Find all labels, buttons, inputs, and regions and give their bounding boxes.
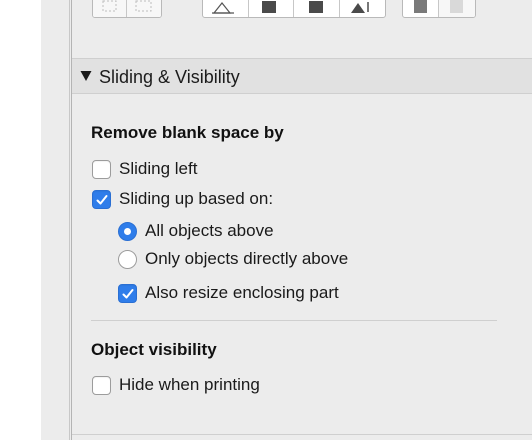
also-resize-label: Also resize enclosing part [145, 283, 339, 302]
group-button[interactable] [93, 0, 127, 17]
sliding-left-checkbox[interactable] [92, 159, 111, 179]
inspector-panel: Sliding & Visibility Remove blank space … [72, 0, 532, 440]
group-toolbar-group [92, 0, 162, 18]
ungroup-icon [135, 0, 152, 12]
sliding-left-label: Sliding left [119, 159, 198, 178]
section-divider [91, 320, 497, 321]
fill-none-button[interactable] [439, 0, 475, 17]
next-section-border [72, 434, 532, 435]
align-button[interactable] [203, 0, 249, 17]
also-resize-checkbox[interactable] [118, 283, 137, 303]
only-directly-above-label: Only objects directly above [145, 249, 349, 268]
fill-solid-button[interactable] [403, 0, 440, 17]
send-to-back-icon [309, 1, 323, 13]
fill-none-icon [450, 0, 464, 13]
remove-blank-space-heading: Remove blank space by [91, 123, 284, 142]
arrange-toolbar [72, 0, 532, 20]
arrange-toolbar-group [202, 0, 386, 18]
bring-to-front-button[interactable] [249, 0, 294, 17]
only-directly-above-option[interactable]: Only objects directly above [118, 247, 348, 271]
bring-to-front-icon [261, 1, 276, 13]
checkmark-icon [96, 194, 108, 204]
send-to-back-button[interactable] [294, 0, 340, 17]
panel-border [69, 0, 70, 440]
align-bottom-icon [212, 2, 234, 14]
sliding-left-option[interactable]: Sliding left [92, 157, 197, 181]
all-objects-above-option[interactable]: All objects above [118, 219, 274, 243]
distribute-button[interactable] [340, 0, 385, 17]
distribute-vertical-icon [350, 2, 369, 13]
document-canvas-edge [0, 0, 41, 440]
disclosure-triangle-icon[interactable] [80, 70, 92, 82]
fill-solid-icon [414, 0, 427, 13]
section-title: Sliding & Visibility [99, 67, 240, 87]
checkmark-icon [122, 288, 134, 298]
ungroup-button[interactable] [127, 0, 161, 17]
object-visibility-heading: Object visibility [91, 340, 217, 359]
sliding-up-checkbox[interactable] [92, 189, 111, 209]
section-header-sliding-visibility[interactable]: Sliding & Visibility [72, 58, 532, 94]
hide-when-printing-label: Hide when printing [119, 375, 260, 394]
sliding-up-option[interactable]: Sliding up based on: [92, 187, 273, 211]
fill-toolbar-group [402, 0, 476, 18]
only-directly-above-radio[interactable] [118, 249, 137, 269]
all-objects-above-radio[interactable] [118, 221, 137, 241]
also-resize-option[interactable]: Also resize enclosing part [118, 281, 339, 305]
hide-when-printing-checkbox[interactable] [92, 375, 111, 395]
sliding-up-label: Sliding up based on: [119, 189, 274, 208]
inspector-side-strip [41, 0, 69, 440]
group-icon [102, 0, 117, 12]
all-objects-above-label: All objects above [145, 221, 274, 240]
hide-when-printing-option[interactable]: Hide when printing [92, 373, 260, 397]
